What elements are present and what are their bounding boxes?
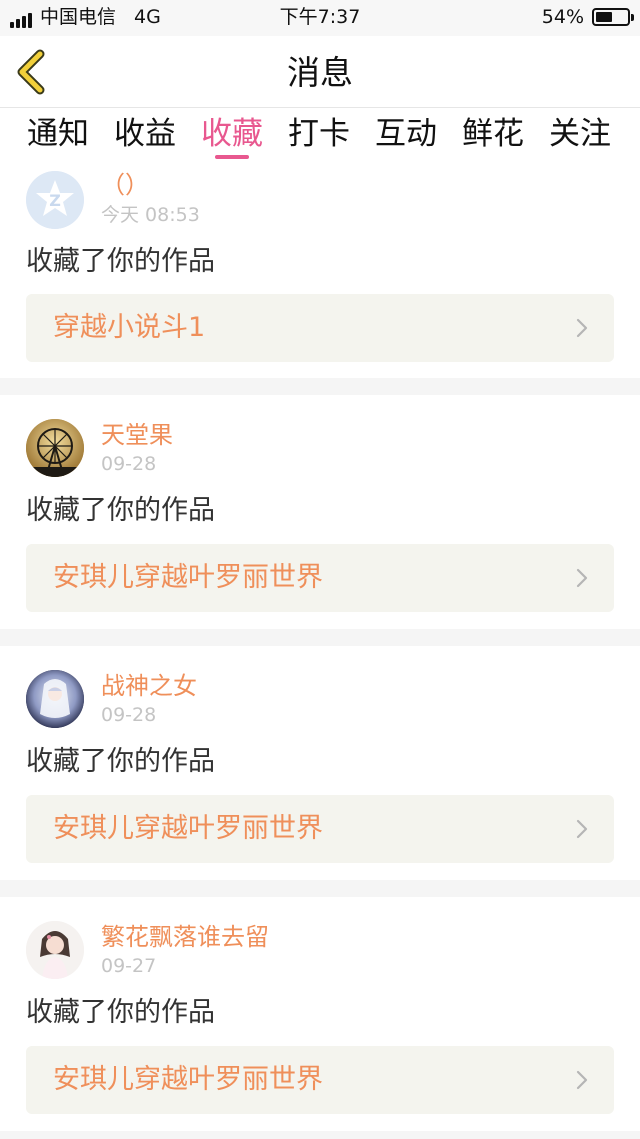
divider	[0, 880, 640, 897]
action-text: 收藏了你的作品	[26, 246, 215, 277]
page-title: 消息	[287, 53, 353, 92]
ferris-wheel-avatar-icon	[26, 419, 84, 477]
tab-checkin[interactable]: 打卡	[286, 114, 352, 154]
avatar[interactable]: Z	[26, 171, 84, 229]
user-name[interactable]: 战神之女	[101, 671, 197, 701]
divider	[0, 1131, 640, 1139]
message-date: 09-27	[101, 955, 157, 977]
tab-notifications[interactable]: 通知	[25, 114, 91, 154]
work-link[interactable]: 安琪儿穿越叶罗丽世界	[26, 544, 614, 612]
battery-icon	[592, 8, 634, 26]
user-name[interactable]: （）	[101, 170, 149, 200]
chevron-right-icon	[576, 318, 588, 338]
status-right: 54%	[541, 6, 634, 28]
list-item: 繁花飘落谁去留 09-27 收藏了你的作品 安琪儿穿越叶罗丽世界	[0, 897, 640, 1131]
active-tab-indicator	[215, 155, 249, 159]
action-text: 收藏了你的作品	[26, 997, 215, 1028]
message-date: 09-28	[101, 453, 157, 475]
anime-girl-avatar-icon	[26, 670, 84, 728]
chevron-right-icon	[576, 568, 588, 588]
tab-earnings[interactable]: 收益	[112, 114, 178, 154]
tab-flowers[interactable]: 鲜花	[460, 114, 526, 154]
avatar[interactable]	[26, 670, 84, 728]
action-text: 收藏了你的作品	[26, 495, 215, 526]
work-link[interactable]: 安琪儿穿越叶罗丽世界	[26, 795, 614, 863]
work-title: 安琪儿穿越叶罗丽世界	[53, 562, 323, 593]
tab-favorites[interactable]: 收藏	[199, 114, 265, 154]
message-date: 今天 08:53	[101, 204, 200, 226]
divider	[0, 378, 640, 395]
divider	[0, 629, 640, 646]
status-bar: 中国电信 4G 下午7:37 54%	[0, 0, 640, 36]
girl-photo-avatar-icon	[26, 921, 84, 979]
message-date: 09-28	[101, 704, 157, 726]
svg-text:Z: Z	[49, 191, 61, 210]
battery-tip	[631, 14, 634, 21]
nav-bar: 消息	[0, 36, 640, 108]
action-text: 收藏了你的作品	[26, 746, 215, 777]
work-title: 安琪儿穿越叶罗丽世界	[53, 813, 323, 844]
battery-percent: 54%	[541, 6, 584, 28]
chevron-right-icon	[576, 1070, 588, 1090]
avatar[interactable]	[26, 921, 84, 979]
battery-fill	[596, 12, 612, 22]
user-name[interactable]: 天堂果	[101, 420, 173, 450]
work-link[interactable]: 穿越小说斗1	[26, 294, 614, 362]
avatar[interactable]	[26, 419, 84, 477]
default-avatar-icon: Z	[26, 171, 84, 229]
user-name[interactable]: 繁花飘落谁去留	[101, 922, 269, 952]
tab-interaction[interactable]: 互动	[373, 114, 439, 154]
list-item: 战神之女 09-28 收藏了你的作品 安琪儿穿越叶罗丽世界	[0, 646, 640, 880]
list-item: Z （） 今天 08:53 收藏了你的作品 穿越小说斗1	[0, 166, 640, 378]
message-list: Z （） 今天 08:53 收藏了你的作品 穿越小说斗1 天堂果 09-28 收…	[0, 166, 640, 1139]
work-title: 安琪儿穿越叶罗丽世界	[53, 1064, 323, 1095]
work-title: 穿越小说斗1	[53, 312, 206, 343]
chevron-right-icon	[576, 819, 588, 839]
work-link[interactable]: 安琪儿穿越叶罗丽世界	[26, 1046, 614, 1114]
tab-bar: 通知 收益 收藏 打卡 互动 鲜花 关注	[0, 108, 640, 166]
list-item: 天堂果 09-28 收藏了你的作品 安琪儿穿越叶罗丽世界	[0, 395, 640, 629]
tab-follow[interactable]: 关注	[547, 114, 613, 154]
